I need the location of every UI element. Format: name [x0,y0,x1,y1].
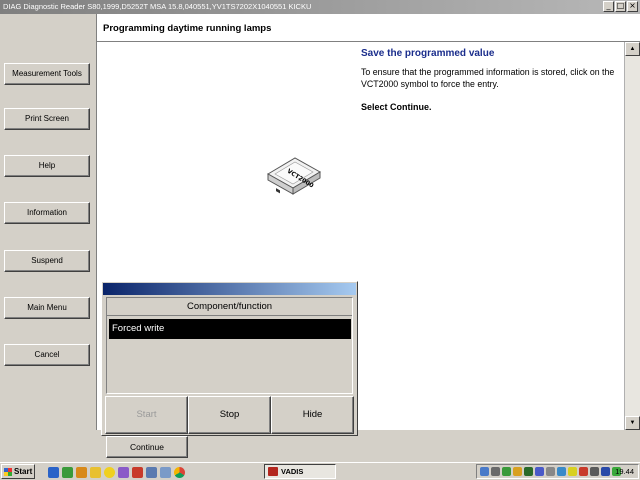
component-function-dialog: Component/function Forced write Start St… [101,281,358,436]
folder-icon[interactable] [90,467,101,478]
network-icon[interactable] [480,467,489,476]
information-button[interactable]: Information [4,202,90,224]
page-title: Programming daytime running lamps [103,23,272,34]
keyboard-icon[interactable] [546,467,555,476]
update-icon[interactable] [513,467,522,476]
taskbar-item-label: VADIS [281,467,304,476]
page-header: Programming daytime running lamps [96,14,640,42]
security-icon[interactable] [502,467,511,476]
start-button[interactable]: Start [105,396,188,434]
window-titlebar: DIAG Diagnostic Reader S80,1999,D5252T M… [0,0,640,14]
display-icon[interactable] [535,467,544,476]
volume-icon[interactable] [491,467,500,476]
chrome-icon[interactable] [174,467,185,478]
taskbar-item-vadis[interactable]: VADIS [264,464,336,479]
component-function-header: Component/function [107,298,352,316]
cancel-button[interactable]: Cancel [4,344,90,366]
cross-icon[interactable] [132,467,143,478]
antivirus-icon[interactable] [579,467,588,476]
help-button[interactable]: Help [4,155,90,177]
hide-button[interactable]: Hide [271,396,354,434]
info-heading: Save the programmed value [361,48,495,59]
sidebar: Measurement Tools Print Screen Help Info… [0,14,96,462]
window-icon[interactable] [146,467,157,478]
bluetooth-icon[interactable] [601,467,610,476]
main-menu-button[interactable]: Main Menu [4,297,90,319]
quick-launch [48,467,185,478]
vct2000-device-icon[interactable]: VCT2000 [262,150,322,202]
explorer-icon[interactable] [62,467,73,478]
scroll-up-arrow-icon[interactable]: ▲ [625,42,640,56]
paint-icon[interactable] [118,467,129,478]
window-controls: _ □ × [603,1,638,12]
window-title: DIAG Diagnostic Reader S80,1999,D5252T M… [3,2,312,11]
battery-icon[interactable] [524,467,533,476]
info-instruction: Select Continue. [361,102,432,112]
printer-icon[interactable] [590,467,599,476]
minimize-button[interactable]: _ [603,1,614,12]
stop-button[interactable]: Stop [188,396,271,434]
continue-button[interactable]: Continue [106,436,188,458]
suspend-button[interactable]: Suspend [4,250,90,272]
system-tray: 19.44 [476,464,639,479]
scroll-down-arrow-icon[interactable]: ▼ [625,416,640,430]
maximize-button[interactable]: □ [615,1,626,12]
print-screen-button[interactable]: Print Screen [4,108,90,130]
start-label: Start [14,467,33,476]
component-list: Component/function Forced write [106,297,353,394]
usb-icon[interactable] [557,467,566,476]
info-body: To ensure that the programmed informatio… [361,67,615,89]
clock: 19.44 [615,467,634,476]
measurement-tools-button[interactable]: Measurement Tools [4,63,90,85]
mail-icon[interactable] [160,467,171,478]
start-button[interactable]: Start [1,464,35,479]
vadis-icon [268,467,278,476]
media-icon[interactable] [76,467,87,478]
taskbar: Start VADIS 19.44 [0,462,640,480]
close-button[interactable]: × [627,1,638,12]
ie-icon[interactable] [48,467,59,478]
list-item-forced-write[interactable]: Forced write [109,319,351,339]
smiley-icon[interactable] [104,467,115,478]
dialog-buttons: Start Stop Hide [105,396,354,434]
dialog-titlebar[interactable] [103,283,356,295]
vertical-scrollbar[interactable]: ▲ ▼ [624,42,640,430]
sync-icon[interactable] [568,467,577,476]
windows-logo-icon [4,468,12,476]
